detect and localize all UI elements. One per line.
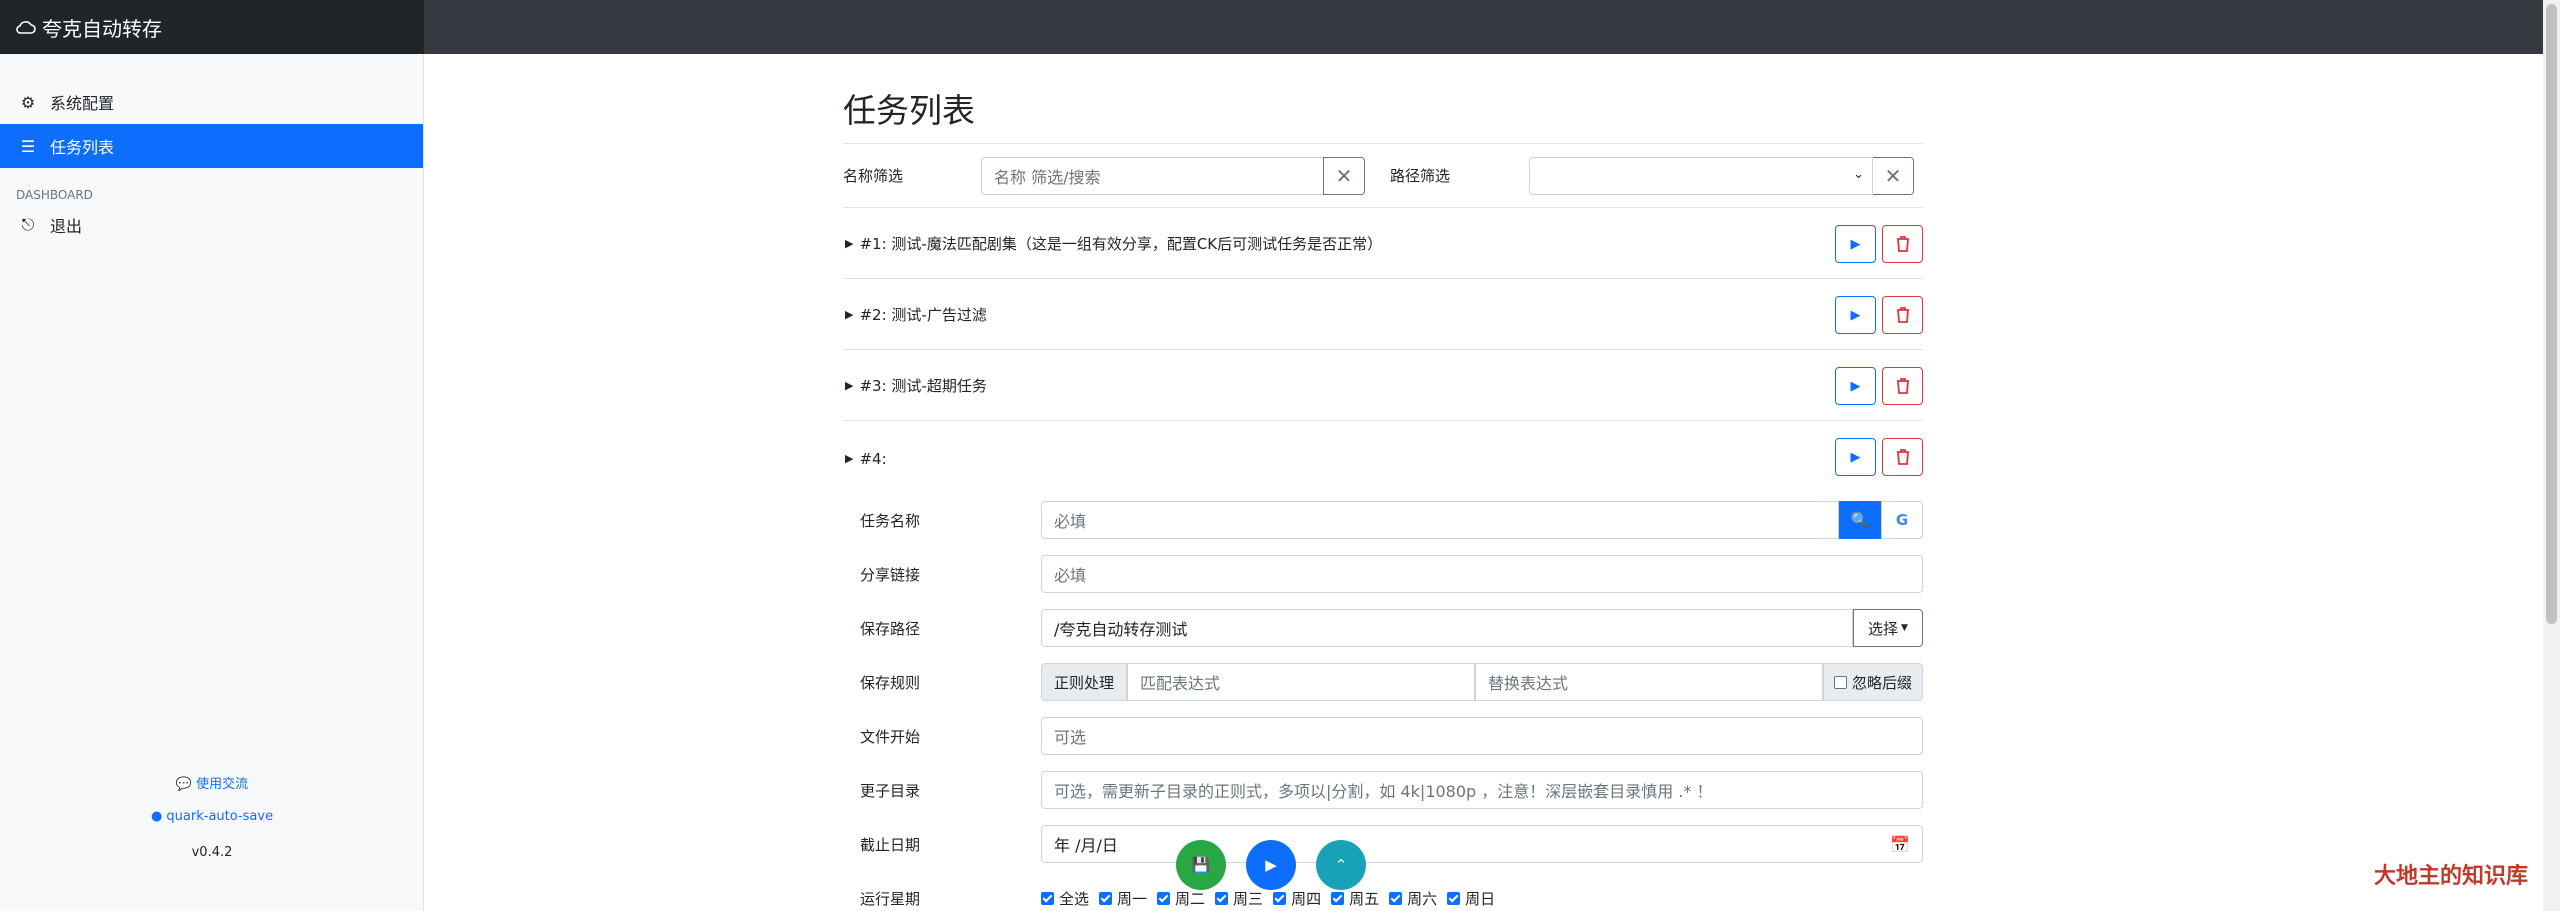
subdir-label: 更子目录 (860, 781, 921, 800)
replace-input[interactable]: 替换表达式 (1475, 663, 1823, 701)
google-icon: G (1895, 511, 1909, 529)
save-path-input[interactable]: /夸克自动转存测试 (1041, 609, 1853, 647)
weekday-sat[interactable]: 周六 (1389, 888, 1437, 909)
save-path-select-button[interactable]: 选择 ▼ (1853, 609, 1923, 647)
end-date-label: 截止日期 (860, 835, 921, 854)
scrollbar-thumb[interactable] (2546, 4, 2557, 624)
github-link[interactable]: ● quark-auto-save (0, 809, 424, 824)
end-date-input[interactable]: 年 /月/日 📅 (1041, 825, 1923, 863)
scroll-top-button[interactable]: ⌃ (1316, 840, 1366, 890)
sidebar: ⚙ 系统配置 ☰ 任务列表 DASHBOARD ⎋ 退出 💬 使用交流 ● qu… (0, 54, 424, 911)
list-icon: ☰ (20, 136, 36, 156)
scrollbar[interactable] (2543, 0, 2560, 911)
weekday-label: 运行星期 (860, 889, 921, 908)
form-row-share: 分享链接 必填 (860, 555, 1923, 593)
form-row-rule: 保存规则 正则处理 匹配表达式 替换表达式 忽略后缀 (860, 663, 1923, 701)
app-brand[interactable]: 夸克自动转存 (0, 0, 424, 54)
weekday-thu[interactable]: 周四 (1273, 888, 1321, 909)
task-form: 任务名称 必填 🔍 G 分享链接 必填 保存路径 /夸克自动转存测试 选择 ▼ … (843, 0, 1923, 911)
checkbox[interactable] (1099, 891, 1113, 905)
sidebar-item-label: 退出 (50, 217, 83, 236)
chat-icon: 💬 (175, 777, 193, 792)
save-rule-label: 保存规则 (860, 673, 921, 692)
app-title: 夸克自动转存 (42, 16, 162, 41)
sidebar-item-logout[interactable]: ⎋ 退出 (0, 208, 423, 242)
gear-icon: ⚙ (20, 92, 36, 112)
start-file-label: 文件开始 (860, 727, 921, 746)
sidebar-item-tasks[interactable]: ☰ 任务列表 (0, 124, 423, 168)
subdir-input[interactable]: 可选，需更新子目录的正则式，多项以|分割，如 4k|1080p ，注意！深层嵌套… (1041, 771, 1923, 809)
calendar-icon[interactable]: 📅 (1890, 835, 1910, 854)
watermark-text: 大地主的知识库 (2374, 863, 2529, 889)
sidebar-heading: DASHBOARD (16, 188, 93, 202)
weekday-mon[interactable]: 周一 (1099, 888, 1147, 909)
save-path-label: 保存路径 (860, 619, 921, 638)
checkbox[interactable] (1215, 891, 1229, 905)
logout-icon: ⎋ (21, 215, 35, 234)
sidebar-item-label: 系统配置 (50, 94, 115, 113)
checkbox[interactable] (1447, 891, 1461, 905)
start-file-input[interactable]: 可选 (1041, 717, 1923, 755)
cloud-icon (16, 21, 36, 34)
checkbox[interactable] (1389, 891, 1403, 905)
share-link-input[interactable]: 必填 (1041, 555, 1923, 593)
checkbox[interactable] (1041, 891, 1054, 905)
google-search-button[interactable]: G (1881, 501, 1923, 539)
version-label: v0.4.2 (191, 845, 233, 860)
save-icon: 💾 (1191, 856, 1211, 874)
weekday-fri[interactable]: 周五 (1331, 888, 1379, 909)
form-row-startfile: 文件开始 可选 (860, 717, 1923, 755)
github-icon: ● (150, 809, 163, 824)
play-icon: ▶ (1265, 856, 1277, 874)
weekday-tue[interactable]: 周二 (1157, 888, 1205, 909)
save-config-button[interactable]: 💾 (1176, 840, 1226, 890)
form-row-subdir: 更子目录 可选，需更新子目录的正则式，多项以|分割，如 4k|1080p ，注意… (860, 771, 1923, 809)
weekday-sun[interactable]: 周日 (1447, 888, 1495, 909)
ignore-ext-checkbox[interactable]: 忽略后缀 (1822, 663, 1923, 701)
regex-prefix: 正则处理 (1041, 663, 1128, 701)
sidebar-item-config[interactable]: ⚙ 系统配置 (0, 80, 423, 124)
community-link[interactable]: 💬 使用交流 (0, 773, 424, 792)
form-row-savepath: 保存路径 /夸克自动转存测试 选择 ▼ (860, 609, 1923, 647)
task-name-input[interactable]: 必填 (1041, 501, 1839, 539)
search-share-button[interactable]: 🔍 (1839, 501, 1881, 539)
form-row-enddate: 截止日期 年 /月/日 📅 (860, 825, 1923, 863)
pattern-input[interactable]: 匹配表达式 (1127, 663, 1475, 701)
sidebar-item-label: 任务列表 (50, 138, 115, 157)
weekday-checkboxes: 全选 周一 周二 周三 周四 周五 周六 周日 (1041, 888, 1505, 909)
search-icon: 🔍 (1850, 511, 1870, 529)
checkbox[interactable] (1833, 675, 1847, 689)
checkbox[interactable] (1331, 891, 1345, 905)
task-name-label: 任务名称 (860, 511, 921, 530)
checkbox[interactable] (1273, 891, 1287, 905)
share-link-label: 分享链接 (860, 565, 921, 584)
weekday-wed[interactable]: 周三 (1215, 888, 1263, 909)
caret-down-icon: ▼ (1901, 623, 1908, 633)
form-row-name: 任务名称 必填 🔍 G (860, 501, 1923, 539)
form-row-weekday: 运行星期 全选 周一 周二 周三 周四 周五 周六 周日 (860, 879, 1923, 911)
run-all-button[interactable]: ▶ (1246, 840, 1296, 890)
arrow-up-icon: ⌃ (1334, 856, 1348, 874)
checkbox[interactable] (1157, 891, 1171, 905)
weekday-all[interactable]: 全选 (1041, 888, 1089, 909)
